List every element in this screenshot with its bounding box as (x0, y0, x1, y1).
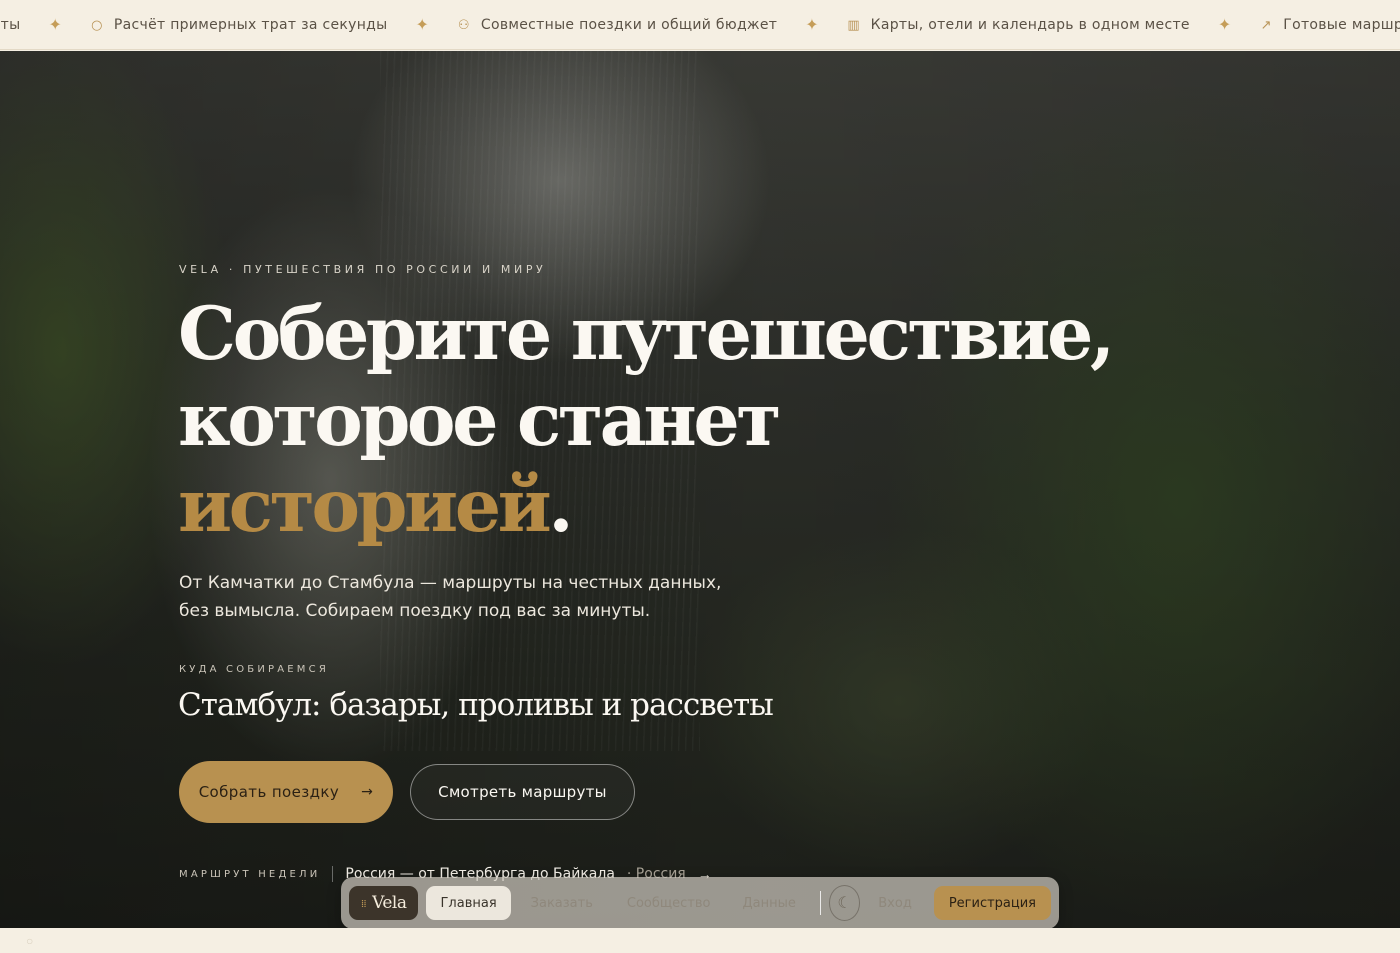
build-trip-label: Собрать поездку (198, 783, 340, 801)
view-routes-label: Смотреть маршруты (438, 783, 607, 801)
logo-icon: ⁞⁞ (361, 896, 367, 910)
ticker-item-label: Документы (0, 17, 21, 33)
ticker-item-label: Карты, отели и календарь в одном месте (870, 17, 1190, 33)
login-link[interactable]: Вход (864, 886, 926, 920)
page-footer-strip: ○ (0, 928, 1400, 953)
moon-icon[interactable]: ☾ (828, 885, 861, 921)
hero-eyebrow: VELA · ПУТЕШЕСТВИЯ ПО РОССИИ И МИРУ (179, 263, 547, 276)
route-of-week-label: МАРШРУТ НЕДЕЛИ (179, 868, 321, 880)
brand-logo[interactable]: ⁞⁞ Vela (349, 886, 419, 920)
destination-title: Стамбул: базары, проливы и рассветы (178, 687, 774, 723)
ticker-item-label: Совместные поездки и общий бюджет (480, 17, 778, 33)
hero-title-line2: которое станет (178, 377, 782, 463)
nav-order[interactable]: Заказать (517, 886, 607, 920)
sparkle-icon: ✦ (48, 17, 62, 34)
hero-title: Соберите путешествие, которое станет ист… (178, 291, 1115, 549)
hero-title-line1: Соберите путешествие, (178, 291, 1115, 377)
route-divider (332, 866, 334, 882)
sparkle-icon: ✦ (415, 17, 429, 34)
users-icon: ⚇ (457, 17, 470, 33)
bottom-nav: ⁞⁞ Vela Главная Заказать Сообщество Данн… (341, 877, 1059, 929)
view-routes-button[interactable]: Смотреть маршруты (410, 764, 635, 820)
ticker-item: ▥ Карты, отели и календарь в одном месте (847, 17, 1190, 33)
feature-ticker: Документы ✦ ○ Расчёт примерных трат за с… (0, 0, 1400, 50)
ticker-item-label: Готовые маршруты на честных данных (1283, 17, 1400, 33)
build-trip-button[interactable]: Собрать поездку → (179, 761, 393, 823)
brand-name: Vela (372, 893, 407, 913)
destination-label: КУДА СОБИРАЕМСЯ (179, 664, 329, 675)
hero-title-accent: историей (178, 463, 552, 549)
ticker-item: ↗ Готовые маршруты на честных данных (1259, 17, 1400, 33)
circle-icon: ○ (26, 934, 34, 948)
route-icon: ↗ (1260, 17, 1272, 33)
ticker-item: ⚇ Совместные поездки и общий бюджет (457, 17, 777, 33)
ticker-item: Документы (0, 17, 20, 33)
hero-title-period: . (548, 463, 573, 549)
hero-lead: От Камчатки до Стамбула — маршруты на че… (179, 573, 722, 621)
register-button[interactable]: Регистрация (933, 886, 1052, 920)
nav-community[interactable]: Сообщество (613, 886, 725, 920)
arrow-right-icon: → (361, 784, 374, 800)
nav-home[interactable]: Главная (426, 886, 511, 920)
hero-section: VELA · ПУТЕШЕСТВИЯ ПО РОССИИ И МИРУ Собе… (0, 51, 1400, 928)
map-icon: ▥ (847, 17, 860, 33)
sparkle-icon: ✦ (1217, 17, 1232, 34)
ticker-item: ○ Расчёт примерных трат за секунды (90, 17, 388, 33)
circle-icon: ○ (91, 17, 103, 33)
nav-data[interactable]: Данные (728, 886, 809, 920)
sparkle-icon: ✦ (805, 17, 819, 34)
ticker-track: Документы ✦ ○ Расчёт примерных трат за с… (0, 0, 1400, 49)
nav-divider (819, 891, 821, 915)
ticker-item-label: Расчёт примерных трат за секунды (113, 17, 388, 33)
